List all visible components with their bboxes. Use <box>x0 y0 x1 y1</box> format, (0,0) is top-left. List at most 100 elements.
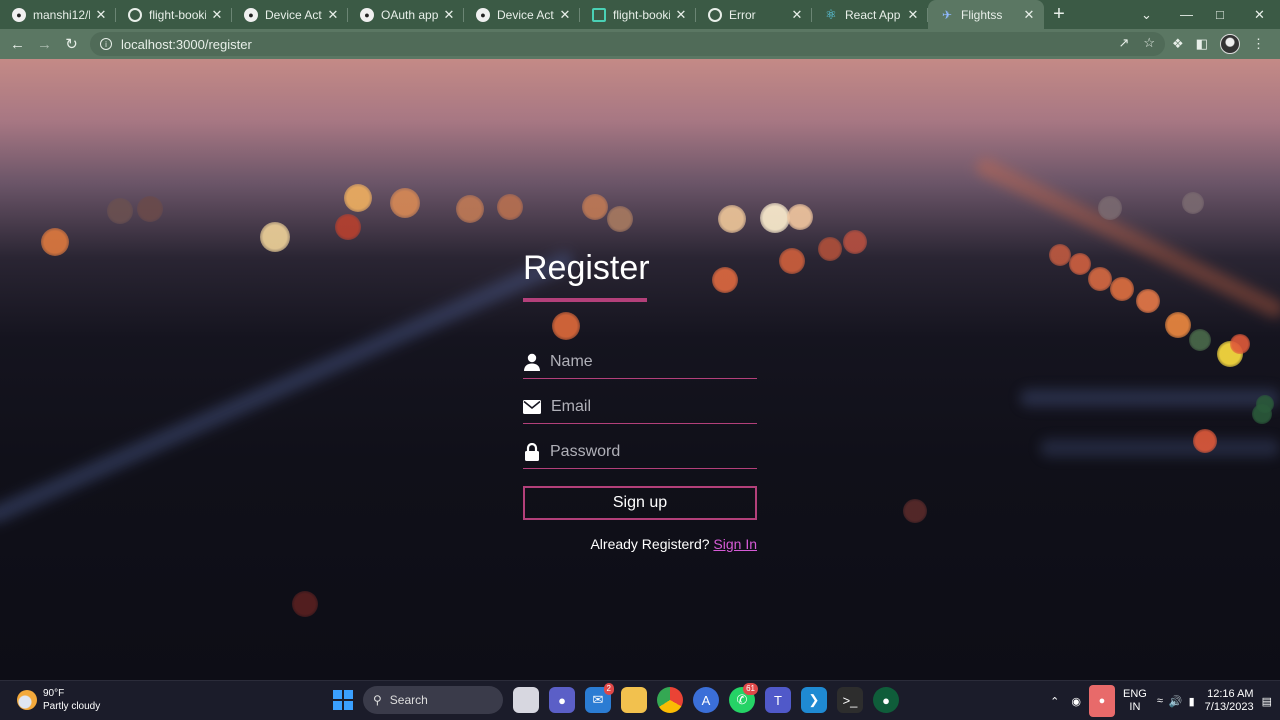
teams-tray-icon[interactable]: ◉ <box>1071 695 1081 708</box>
file-explorer-icon[interactable] <box>621 687 647 713</box>
system-tray: ⌃ ◉ ● ENG IN ≈ 🔊 ▮ 12:16 AM 7/13/2023 ▤ <box>1050 681 1280 720</box>
browser-toolbar: ← → ↻ i localhost:3000/register ↗ ☆ <box>0 29 1280 59</box>
email-input[interactable] <box>551 398 758 416</box>
close-window-icon[interactable]: ✕ <box>1254 0 1265 29</box>
chrome-icon[interactable] <box>657 687 683 713</box>
browser-tab[interactable]: ● manshi12/libr ✕ <box>0 0 116 29</box>
browser-tab[interactable]: Error ✕ <box>696 0 812 29</box>
minimize-icon[interactable]: — <box>1180 0 1193 29</box>
close-tab-icon[interactable]: ✕ <box>442 7 456 23</box>
mongodb-icon[interactable]: ● <box>873 687 899 713</box>
volume-icon[interactable]: 🔊 <box>1169 695 1183 708</box>
browser-tab[interactable]: ● OAuth applica ✕ <box>348 0 464 29</box>
close-tab-icon[interactable]: ✕ <box>210 7 224 23</box>
tab-search-icon[interactable]: ⌄ <box>1141 0 1152 29</box>
name-field <box>523 346 757 379</box>
new-tab-button[interactable]: + <box>1044 0 1074 29</box>
tab-title: manshi12/libr <box>33 7 90 22</box>
address-bar[interactable]: i localhost:3000/register ↗ ☆ <box>90 32 1165 56</box>
browser-tab[interactable]: ✈ Flightss ✕ <box>928 0 1044 29</box>
search-icon: ⚲ <box>373 693 382 707</box>
kebab-menu-icon[interactable]: ⋮ <box>1252 36 1265 52</box>
browser-tab[interactable]: flight-booking ✕ <box>580 0 696 29</box>
clock[interactable]: 12:16 AM 7/13/2023 <box>1205 688 1254 714</box>
close-tab-icon[interactable]: ✕ <box>1022 7 1036 23</box>
password-input[interactable] <box>550 443 757 461</box>
bokeh-light <box>1189 329 1211 351</box>
tab-title: flight-booking <box>613 7 670 22</box>
wifi-icon[interactable]: ≈ <box>1157 695 1163 707</box>
maps-icon[interactable]: A <box>693 687 719 713</box>
reload-icon[interactable]: ↻ <box>58 30 85 58</box>
extensions-puzzle-icon[interactable]: ❖ <box>1172 36 1184 52</box>
chevron-up-icon[interactable]: ⌃ <box>1050 695 1059 708</box>
url-text: localhost:3000/register <box>121 36 252 52</box>
bokeh-light <box>779 248 805 274</box>
profile-avatar[interactable] <box>1219 34 1240 54</box>
already-registered-label: Already Registerd? <box>590 536 710 552</box>
globe-icon <box>128 7 142 22</box>
github-icon: ● <box>476 7 490 22</box>
battery-icon[interactable]: ▮ <box>1189 695 1195 708</box>
notification-icon[interactable]: ▤ <box>1262 695 1272 708</box>
mail-icon[interactable]: ✉ 2 <box>585 683 614 713</box>
clock-date: 7/13/2023 <box>1204 701 1254 713</box>
browser-tab[interactable]: ⚛ React App ✕ <box>812 0 928 29</box>
name-input[interactable] <box>550 353 757 371</box>
bokeh-light <box>344 184 372 212</box>
bokeh-light <box>607 206 633 232</box>
bokeh-light <box>390 188 420 218</box>
maximize-icon[interactable]: □ <box>1216 0 1224 29</box>
document-icon <box>592 7 606 22</box>
sign-in-link[interactable]: Sign In <box>713 536 757 552</box>
windows-start-icon[interactable] <box>333 690 353 710</box>
bokeh-light <box>760 203 790 233</box>
weather-widget[interactable]: 90°F Partly cloudy <box>17 687 100 713</box>
taskbar-search[interactable]: ⚲ Search <box>363 686 503 714</box>
bokeh-light <box>903 499 927 523</box>
light-streak <box>0 249 576 527</box>
language-indicator[interactable]: ENG IN <box>1123 688 1147 714</box>
email-field <box>523 391 758 424</box>
whatsapp-icon[interactable]: ✆ 61 <box>729 683 758 713</box>
back-arrow-icon[interactable]: ← <box>4 30 31 58</box>
lock-icon <box>523 442 540 462</box>
tab-list: ● manshi12/libr ✕ flight-booking ✕ ● Device Ac… <box>0 0 1044 29</box>
browser-tab[interactable]: ● Device Activat ✕ <box>464 0 580 29</box>
github-icon: ● <box>244 7 258 22</box>
close-tab-icon[interactable]: ✕ <box>906 7 920 23</box>
bokeh-light <box>1193 429 1217 453</box>
bookmark-star-icon[interactable]: ☆ <box>1143 35 1155 51</box>
site-info-icon[interactable]: i <box>100 38 112 50</box>
browser-tab[interactable]: flight-booking ✕ <box>116 0 232 29</box>
close-tab-icon[interactable]: ✕ <box>558 7 572 23</box>
browser-tab[interactable]: ● Device Activat ✕ <box>232 0 348 29</box>
tab-title: Flightss <box>961 7 1003 22</box>
terminal-icon[interactable]: >_ <box>837 687 863 713</box>
chat-icon[interactable]: ● <box>549 687 575 713</box>
close-tab-icon[interactable]: ✕ <box>326 7 340 23</box>
sign-up-button[interactable]: Sign up <box>523 486 757 520</box>
bokeh-light <box>718 205 746 233</box>
search-label: Search <box>389 693 428 707</box>
bokeh-light <box>456 195 484 223</box>
bokeh-light <box>1252 404 1272 424</box>
teams-icon[interactable]: T <box>765 687 791 713</box>
github-icon: ● <box>12 7 26 22</box>
close-tab-icon[interactable]: ✕ <box>790 7 804 23</box>
bokeh-light <box>1069 253 1091 275</box>
bokeh-light <box>292 591 318 617</box>
globe-icon <box>708 7 722 22</box>
microphone-icon[interactable]: ● <box>1089 685 1115 717</box>
close-tab-icon[interactable]: ✕ <box>94 7 108 23</box>
forward-arrow-icon[interactable]: → <box>31 30 58 58</box>
close-tab-icon[interactable]: ✕ <box>674 7 688 23</box>
share-icon[interactable]: ↗ <box>1118 35 1129 51</box>
task-view-icon[interactable] <box>513 687 539 713</box>
bokeh-light <box>1098 196 1122 220</box>
bokeh-light <box>582 194 608 220</box>
envelope-icon <box>523 397 541 417</box>
vscode-icon[interactable]: ❯ <box>801 687 827 713</box>
side-panel-icon[interactable]: ◧ <box>1196 36 1208 52</box>
bokeh-light <box>1049 244 1071 266</box>
